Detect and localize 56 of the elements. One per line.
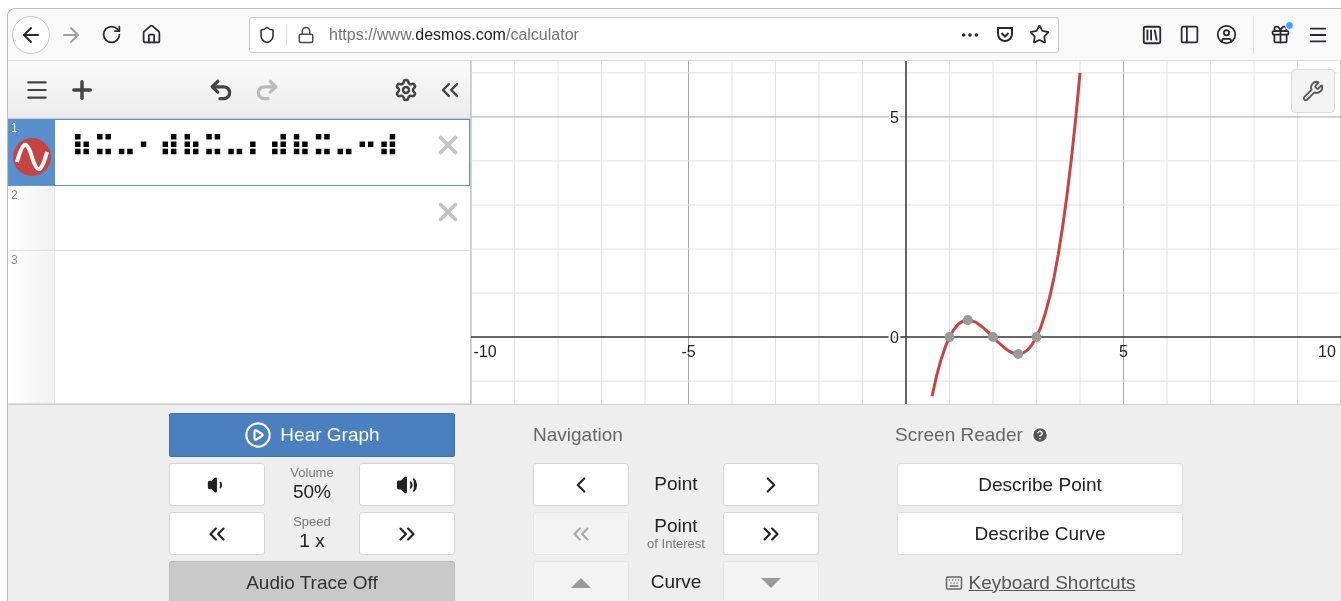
expression-row[interactable]: 2 bbox=[8, 186, 470, 251]
volume-label: Volume bbox=[290, 466, 334, 481]
volume-value: 50% bbox=[293, 480, 331, 503]
star-icon[interactable] bbox=[1029, 24, 1050, 45]
navigation-heading: Navigation bbox=[533, 423, 624, 447]
navigation-sublabel: of Interest bbox=[647, 536, 705, 552]
triangle-down-icon bbox=[761, 577, 781, 588]
pocket-icon[interactable] bbox=[995, 24, 1015, 45]
axis-tick-label: 5 bbox=[1119, 343, 1128, 361]
point-of-interest[interactable] bbox=[988, 332, 998, 343]
axis-tick-label: 5 bbox=[890, 108, 899, 126]
triangle-up-icon bbox=[571, 577, 591, 588]
hear-graph-button[interactable]: Hear Graph bbox=[169, 413, 455, 457]
speed-value: 1 x bbox=[299, 529, 325, 552]
point-of-interest[interactable] bbox=[944, 332, 955, 343]
help-icon[interactable] bbox=[1030, 426, 1049, 444]
describe-button[interactable]: Describe Point bbox=[897, 463, 1183, 506]
account-icon[interactable] bbox=[1216, 24, 1237, 45]
reload-icon bbox=[100, 24, 122, 45]
graph-settings-button[interactable] bbox=[1291, 69, 1335, 113]
back-button[interactable] bbox=[12, 15, 50, 54]
expression-row[interactable]: 1 ⠷⠭⠤⠂⠾⠷⠭⠤⠆⠾⠷⠭⠤⠒⠾ bbox=[8, 119, 470, 186]
sine-wave-icon[interactable] bbox=[12, 138, 51, 176]
screen-reader-heading: Screen Reader bbox=[895, 424, 1023, 446]
address-bar[interactable]: https://www.desmos.com/calculator bbox=[249, 16, 1059, 53]
axis-tick-label: -5 bbox=[681, 343, 696, 361]
expression-text[interactable]: ⠷⠭⠤⠂⠾⠷⠭⠤⠆⠾⠷⠭⠤⠒⠾ bbox=[71, 132, 400, 163]
play-icon bbox=[244, 421, 273, 449]
volume-down-button[interactable] bbox=[169, 463, 265, 506]
navigation-label: Curve bbox=[650, 572, 702, 593]
gift-icon[interactable] bbox=[1270, 24, 1291, 45]
wrench-icon bbox=[1302, 80, 1324, 102]
axis-tick-label: -10 bbox=[473, 343, 497, 361]
expression-row[interactable]: 3 bbox=[8, 251, 470, 404]
point-of-interest[interactable] bbox=[1013, 349, 1024, 360]
axis-tick-label: 10 bbox=[1318, 343, 1336, 361]
audio-trace-button[interactable]: Audio Trace Off bbox=[169, 561, 455, 601]
keyboard-icon bbox=[944, 573, 963, 592]
navigation-label: Point bbox=[654, 515, 698, 537]
point-of-interest[interactable] bbox=[1031, 332, 1042, 343]
library-icon[interactable] bbox=[1141, 23, 1163, 46]
point-of-interest[interactable] bbox=[962, 315, 973, 326]
sidebar-icon[interactable] bbox=[1179, 24, 1200, 45]
navigation-label: Point bbox=[654, 474, 698, 495]
settings-icon bbox=[394, 77, 418, 102]
keyboard-shortcuts-link[interactable]: Keyboard Shortcuts bbox=[968, 571, 1136, 594]
shield-icon[interactable] bbox=[258, 25, 276, 44]
line-number: 2 bbox=[11, 188, 18, 202]
describe-button[interactable]: Describe Curve bbox=[897, 512, 1183, 555]
home-icon bbox=[140, 24, 162, 45]
url-text: https://www.desmos.com/calculator bbox=[329, 25, 580, 44]
line-number: 1 bbox=[11, 121, 18, 135]
speed-label: Speed bbox=[293, 515, 331, 530]
line-number: 3 bbox=[11, 253, 18, 267]
lock-icon bbox=[297, 25, 315, 44]
volume-up-button[interactable] bbox=[359, 463, 455, 506]
